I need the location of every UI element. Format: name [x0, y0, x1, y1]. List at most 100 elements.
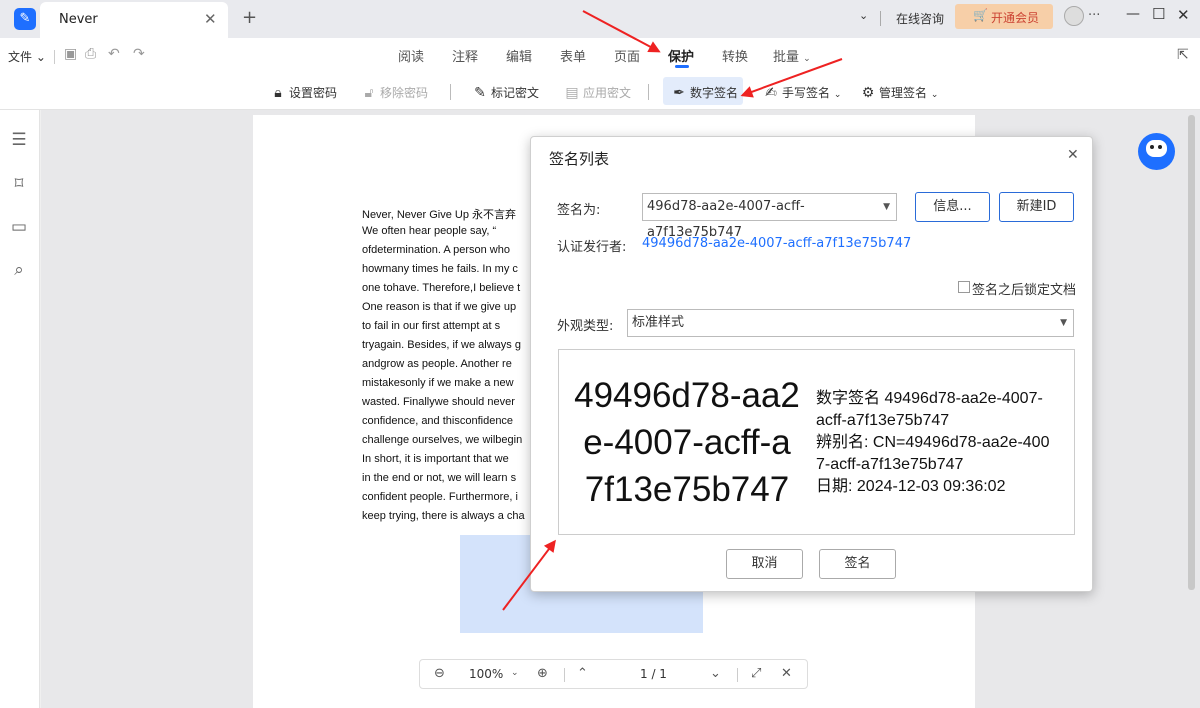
lock-after-sign-label: 签名之后锁定文档 — [972, 283, 1077, 298]
document-line: mistakesonly if we make a new — [362, 377, 514, 389]
manage-icon: ⚙︎ — [861, 85, 875, 101]
tab-form[interactable]: 表单 — [560, 46, 586, 65]
menu-bar: 文件 ⌄ ▣ ⎙ ↶ ↷ 阅读 注释 编辑 表单 页面 保护 转换 批量 ⌄ ⇱ — [0, 38, 1200, 72]
file-menu[interactable]: 文件 ⌄ — [8, 48, 46, 65]
set-password-button[interactable]: 🔒︎ 设置密码 — [269, 80, 337, 106]
manage-signature-button[interactable]: ⚙︎ 管理签名 ⌄ — [859, 80, 939, 106]
vip-button[interactable]: 🛒 开通会员 — [955, 4, 1053, 29]
document-line: confident people. Furthermore, i — [362, 491, 518, 503]
redo-icon[interactable]: ↷ — [133, 46, 145, 62]
external-open-icon[interactable]: ⇱ — [1177, 47, 1189, 63]
divider — [564, 668, 565, 682]
maximize-icon[interactable]: ☐ — [1152, 5, 1165, 23]
divider — [648, 84, 649, 100]
new-id-button[interactable]: 新建ID — [999, 192, 1074, 222]
ai-assistant-button[interactable] — [1138, 133, 1175, 170]
new-tab-icon[interactable]: + — [242, 7, 257, 28]
minimize-icon[interactable]: — — [1126, 6, 1140, 22]
tab-page[interactable]: 页面 — [614, 46, 640, 65]
document-line: ofdetermination. A person who — [362, 244, 510, 256]
issuer-label: 认证发行者: — [557, 240, 627, 255]
document-line: challenge ourselves, we wilbegin — [362, 434, 523, 446]
vip-label: 开通会员 — [991, 11, 1040, 25]
outline-icon[interactable]: ☰ — [8, 130, 30, 152]
comment-icon[interactable]: ▭ — [8, 217, 30, 239]
tab-annotate[interactable]: 注释 — [452, 46, 478, 65]
document-line: howmany times he fails. In my c — [362, 263, 518, 275]
signature-preview: 49496d78-aa2 e-4007-acff-a 7f13e75b747 数… — [558, 349, 1075, 535]
document-line: wasted. Finallywe should never — [362, 396, 515, 408]
scrollbar[interactable] — [1188, 115, 1195, 590]
protect-toolbar: 🔒︎ 设置密码 🔓︎ 移除密码 ✎ 标记密文 ▤ 应用密文 ✒︎ 数字签名 ✍︎ 手写签名 … — [0, 72, 1200, 110]
zoom-level[interactable]: 100% — [469, 667, 503, 681]
prev-page-icon[interactable]: ⌃ — [577, 666, 588, 681]
save-icon[interactable]: ▣ — [64, 46, 77, 62]
tab-read[interactable]: 阅读 — [398, 46, 424, 65]
cart-icon: 🛒 — [973, 8, 988, 22]
close-tab-icon[interactable]: ✕ — [204, 10, 217, 28]
sign-as-select[interactable]: 496d78-aa2e-4007-acff-a7f13e75b747 ▼ — [642, 193, 897, 240]
info-button[interactable]: 信息... — [915, 192, 990, 222]
document-line: in the end or not, we will learn s — [362, 472, 517, 484]
document-line: Never, Never Give Up 永不言弃 — [362, 209, 517, 221]
cancel-button[interactable]: 取消 — [726, 549, 803, 579]
apply-redact-button[interactable]: ▤ 应用密文 — [563, 80, 631, 106]
zoom-page-bar: ⊖ 100% ⌄ ⊕ ⌃ 1 / 1 ⌄ ⤢ ✕ — [419, 659, 808, 689]
tab-protect[interactable]: 保护 — [668, 46, 694, 65]
left-sidebar: ☰ ⌑ ▭ ⌕ — [0, 110, 40, 708]
appearance-label: 外观类型: — [557, 319, 614, 334]
digital-signature-button[interactable]: ✒︎ 数字签名 — [670, 80, 738, 106]
zoom-in-icon[interactable]: ⊕ — [537, 666, 548, 681]
undo-icon[interactable]: ↶ — [108, 46, 120, 62]
search-icon[interactable]: ⌕ — [8, 260, 30, 282]
unlock-icon: 🔓︎ — [364, 85, 374, 101]
page-indicator[interactable]: 1 / 1 — [640, 667, 667, 681]
tab-edit[interactable]: 编辑 — [506, 46, 532, 65]
mark-redact-button[interactable]: ✎ 标记密文 — [471, 80, 539, 106]
robot-icon — [1146, 140, 1167, 157]
divider — [880, 11, 881, 26]
zoom-dropdown-icon[interactable]: ⌄ — [511, 668, 519, 678]
redact-mark-icon: ✎ — [474, 85, 486, 101]
divider — [54, 50, 55, 64]
zoom-out-icon[interactable]: ⊖ — [434, 666, 445, 681]
preview-details: 数字签名 49496d78-aa2e-4007- acff-a7f13e75b7… — [816, 390, 1050, 495]
sign-button[interactable]: 签名 — [819, 549, 896, 579]
sign-as-label: 签名为: — [557, 203, 601, 218]
bookmark-icon[interactable]: ⌑ — [8, 174, 30, 196]
tab-convert[interactable]: 转换 — [722, 46, 748, 65]
document-line: one tohave. Therefore,I believe t — [362, 282, 521, 294]
document-line: confidence, and thisconfidence — [362, 415, 514, 427]
print-icon[interactable]: ⎙ — [85, 46, 96, 62]
document-line: andgrow as people. Another re — [362, 358, 512, 370]
close-dialog-icon[interactable]: ✕ — [1067, 147, 1079, 163]
document-line: We often hear people say, “ — [362, 225, 497, 237]
document-line: One reason is that if we give up — [362, 301, 517, 313]
remove-password-button[interactable]: 🔓︎ 移除密码 — [360, 80, 428, 106]
lock-icon: 🔒︎ — [274, 85, 282, 101]
close-bar-icon[interactable]: ✕ — [781, 666, 792, 681]
appearance-select[interactable]: 标准样式 ▼ — [627, 309, 1074, 337]
dialog-title: 签名列表 — [549, 150, 610, 168]
issuer-link[interactable]: 49496d78-aa2e-4007-acff-a7f13e75b747 — [642, 236, 911, 251]
document-tab[interactable]: Never ✕ — [40, 2, 228, 38]
app-logo-icon: ✎ — [14, 8, 36, 30]
document-line: keep trying, there is always a cha — [362, 510, 525, 522]
dropdown-arrow-icon: ▼ — [1060, 318, 1067, 328]
close-window-icon[interactable]: ✕ — [1177, 6, 1190, 24]
lock-after-sign-checkbox[interactable] — [958, 281, 970, 293]
tab-title: Never — [59, 12, 98, 27]
tab-batch[interactable]: 批量 ⌄ — [773, 46, 811, 65]
document-line: In short, it is important that we — [362, 453, 509, 465]
chevron-down-icon[interactable]: ⌄ — [859, 9, 868, 22]
divider — [737, 668, 738, 682]
document-line: to fail in our first attempt at s — [362, 320, 501, 332]
next-page-icon[interactable]: ⌄ — [710, 666, 721, 681]
more-icon[interactable]: ··· — [1088, 8, 1100, 23]
document-line: tryagain. Besides, if we always g — [362, 339, 521, 351]
online-consult-link[interactable]: 在线咨询 — [896, 10, 944, 27]
fullscreen-icon[interactable]: ⤢ — [751, 666, 761, 681]
dropdown-arrow-icon: ▼ — [883, 202, 890, 212]
preview-id-large: 49496d78-aa2 e-4007-acff-a 7f13e75b747 — [574, 376, 800, 509]
avatar[interactable] — [1064, 6, 1084, 26]
